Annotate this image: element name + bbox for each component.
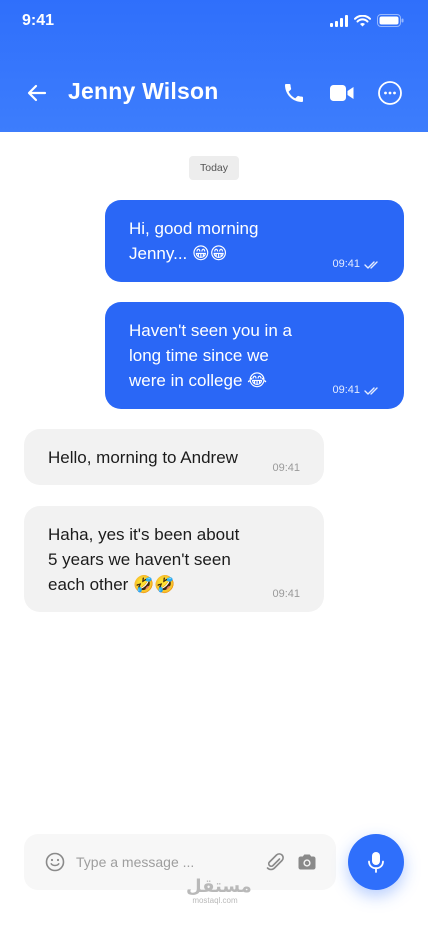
more-horizontal-icon (378, 81, 402, 105)
message-meta: 09:41 (272, 582, 300, 607)
message-meta: 09:41 (332, 252, 380, 277)
arrow-left-icon (27, 84, 47, 102)
watermark: مستقل mostaql.com (186, 876, 252, 906)
battery-icon (377, 14, 404, 27)
chat-header: 9:41 Jenny Wilson (0, 0, 428, 132)
voice-record-button[interactable] (348, 834, 404, 890)
message-composer (24, 834, 336, 890)
microphone-icon (368, 852, 384, 873)
status-icons (330, 14, 404, 27)
message-bubble-incoming[interactable]: Haha, yes it's been about 5 years we hav… (24, 506, 324, 612)
top-app-bar: Jenny Wilson (0, 70, 428, 114)
watermark-logo: مستقل (186, 876, 252, 897)
message-meta: 09:41 (272, 456, 300, 481)
paperclip-icon[interactable] (264, 851, 286, 873)
message-bubble-outgoing[interactable]: Hi, good morning Jenny... 😁😁 09:41 (105, 200, 404, 282)
message-text: Hello, morning to Andrew (48, 448, 238, 467)
status-time: 9:41 (22, 12, 55, 29)
contact-name[interactable]: Jenny Wilson (68, 78, 218, 105)
phone-icon (285, 84, 303, 102)
camera-icon[interactable] (296, 851, 318, 873)
message-time: 09:41 (272, 588, 300, 600)
message-text: Haven't seen you in a long time since we… (129, 321, 292, 390)
message-bubble-outgoing[interactable]: Haven't seen you in a long time since we… (105, 302, 404, 409)
message-bubble-incoming[interactable]: Hello, morning to Andrew 09:41 (24, 429, 324, 485)
message-time: 09:41 (272, 462, 300, 474)
back-button[interactable] (22, 78, 52, 108)
emoji-icon[interactable] (44, 851, 66, 873)
double-check-icon (364, 386, 378, 395)
message-input[interactable] (76, 848, 256, 876)
more-options-button[interactable] (375, 78, 405, 108)
voice-call-button[interactable] (279, 78, 309, 108)
double-check-icon (364, 260, 378, 269)
status-bar: 9:41 (0, 0, 428, 44)
message-time: 09:41 (332, 384, 360, 396)
watermark-url: mostaql.com (192, 896, 238, 905)
wifi-icon (354, 14, 371, 26)
message-meta: 09:41 (332, 378, 380, 403)
date-divider: Today (189, 156, 239, 180)
video-call-button[interactable] (327, 78, 357, 108)
message-text: Haha, yes it's been about 5 years we hav… (48, 525, 240, 594)
signal-icon (330, 14, 348, 27)
message-time: 09:41 (332, 258, 360, 270)
video-camera-icon (330, 85, 354, 101)
message-text: Hi, good morning Jenny... 😁😁 (129, 219, 259, 263)
